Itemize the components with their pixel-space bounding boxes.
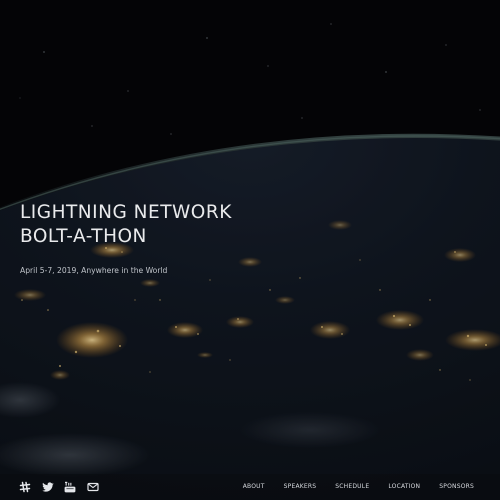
nav-sponsors[interactable]: SPONSORS	[439, 483, 474, 490]
social-links	[19, 481, 109, 493]
hero-title-line-1: LIGHTNING NETWORK	[20, 202, 232, 223]
hero-page: LIGHTNING NETWORK BOLT-A-THON April 5-7,…	[0, 0, 500, 500]
slack-icon[interactable]	[19, 481, 31, 493]
youtube-icon[interactable]	[64, 481, 76, 493]
nav-about[interactable]: ABOUT	[243, 483, 265, 490]
footer-bar: ABOUT SPEAKERS SCHEDULE LOCATION SPONSOR…	[0, 474, 500, 500]
nav-location[interactable]: LOCATION	[388, 483, 420, 490]
twitter-icon[interactable]	[41, 481, 54, 493]
nav-schedule[interactable]: SCHEDULE	[335, 483, 369, 490]
hero-title: LIGHTNING NETWORK BOLT-A-THON	[20, 201, 232, 249]
nav-speakers[interactable]: SPEAKERS	[284, 483, 317, 490]
event-date-location: April 5-7, 2019, Anywhere in the World	[20, 266, 168, 275]
mail-icon[interactable]	[86, 481, 99, 493]
main-nav: ABOUT SPEAKERS SCHEDULE LOCATION SPONSOR…	[224, 483, 474, 490]
hero-title-line-2: BOLT-A-THON	[20, 226, 147, 247]
earth-at-night-background	[0, 0, 500, 500]
